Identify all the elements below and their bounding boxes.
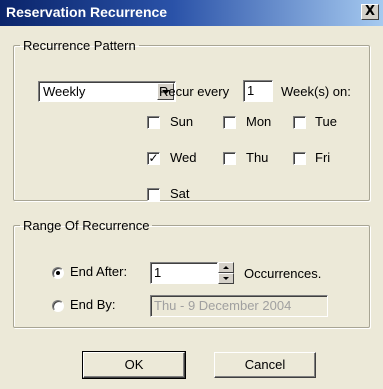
sun-label: Sun — [170, 114, 194, 129]
occurrences-suffix: Occurrences. — [244, 266, 322, 281]
ok-button[interactable]: OK — [82, 351, 186, 379]
window-title: Reservation Recurrence — [6, 4, 168, 20]
title-bar[interactable]: Reservation Recurrence X — [0, 0, 383, 26]
cancel-button[interactable]: Cancel — [214, 352, 316, 378]
thu-label: Thu — [246, 150, 269, 165]
frequency-dropdown[interactable]: Weekly — [38, 81, 176, 102]
end-by-date-field[interactable]: Thu - 9 December 2004 — [150, 295, 328, 317]
check-icon: ✓ — [148, 151, 159, 165]
range-of-recurrence-legend: Range Of Recurrence — [23, 218, 150, 233]
end-after-radio[interactable] — [52, 267, 64, 279]
thu-checkbox[interactable] — [223, 152, 236, 165]
end-after-label: End After: — [70, 264, 128, 279]
recurrence-pattern-group: Recurrence Pattern Weekly Recur every 1 … — [13, 38, 370, 201]
close-button[interactable]: X — [361, 4, 379, 20]
recur-every-label: Recur every — [159, 84, 230, 99]
frequency-selected: Weekly — [43, 84, 86, 99]
reservation-recurrence-dialog: Reservation Recurrence X Recurrence Patt… — [0, 0, 383, 389]
sun-checkbox[interactable] — [147, 116, 160, 129]
sat-label: Sat — [170, 186, 190, 201]
recurrence-pattern-legend: Recurrence Pattern — [23, 38, 136, 53]
end-by-radio[interactable] — [52, 300, 64, 312]
tue-label: Tue — [315, 114, 337, 129]
occurrences-spinner[interactable] — [218, 262, 234, 284]
mon-checkbox[interactable] — [223, 116, 236, 129]
occurrences-input[interactable]: 1 — [150, 262, 218, 284]
spin-up-icon[interactable] — [218, 262, 234, 273]
tue-checkbox[interactable] — [293, 116, 306, 129]
range-of-recurrence-group: Range Of Recurrence End After: 1 Occurre… — [13, 218, 370, 328]
fri-checkbox[interactable] — [293, 152, 306, 165]
wed-checkbox[interactable]: ✓ — [147, 152, 160, 165]
close-icon: X — [364, 4, 376, 19]
weeks-on-label: Week(s) on: — [281, 84, 351, 99]
spin-down-icon[interactable] — [218, 273, 234, 284]
mon-label: Mon — [246, 114, 272, 129]
wed-label: Wed — [170, 150, 197, 165]
sat-checkbox[interactable] — [147, 188, 160, 201]
fri-label: Fri — [315, 150, 331, 165]
recur-every-input[interactable]: 1 — [243, 80, 273, 102]
end-by-label: End By: — [70, 297, 116, 312]
